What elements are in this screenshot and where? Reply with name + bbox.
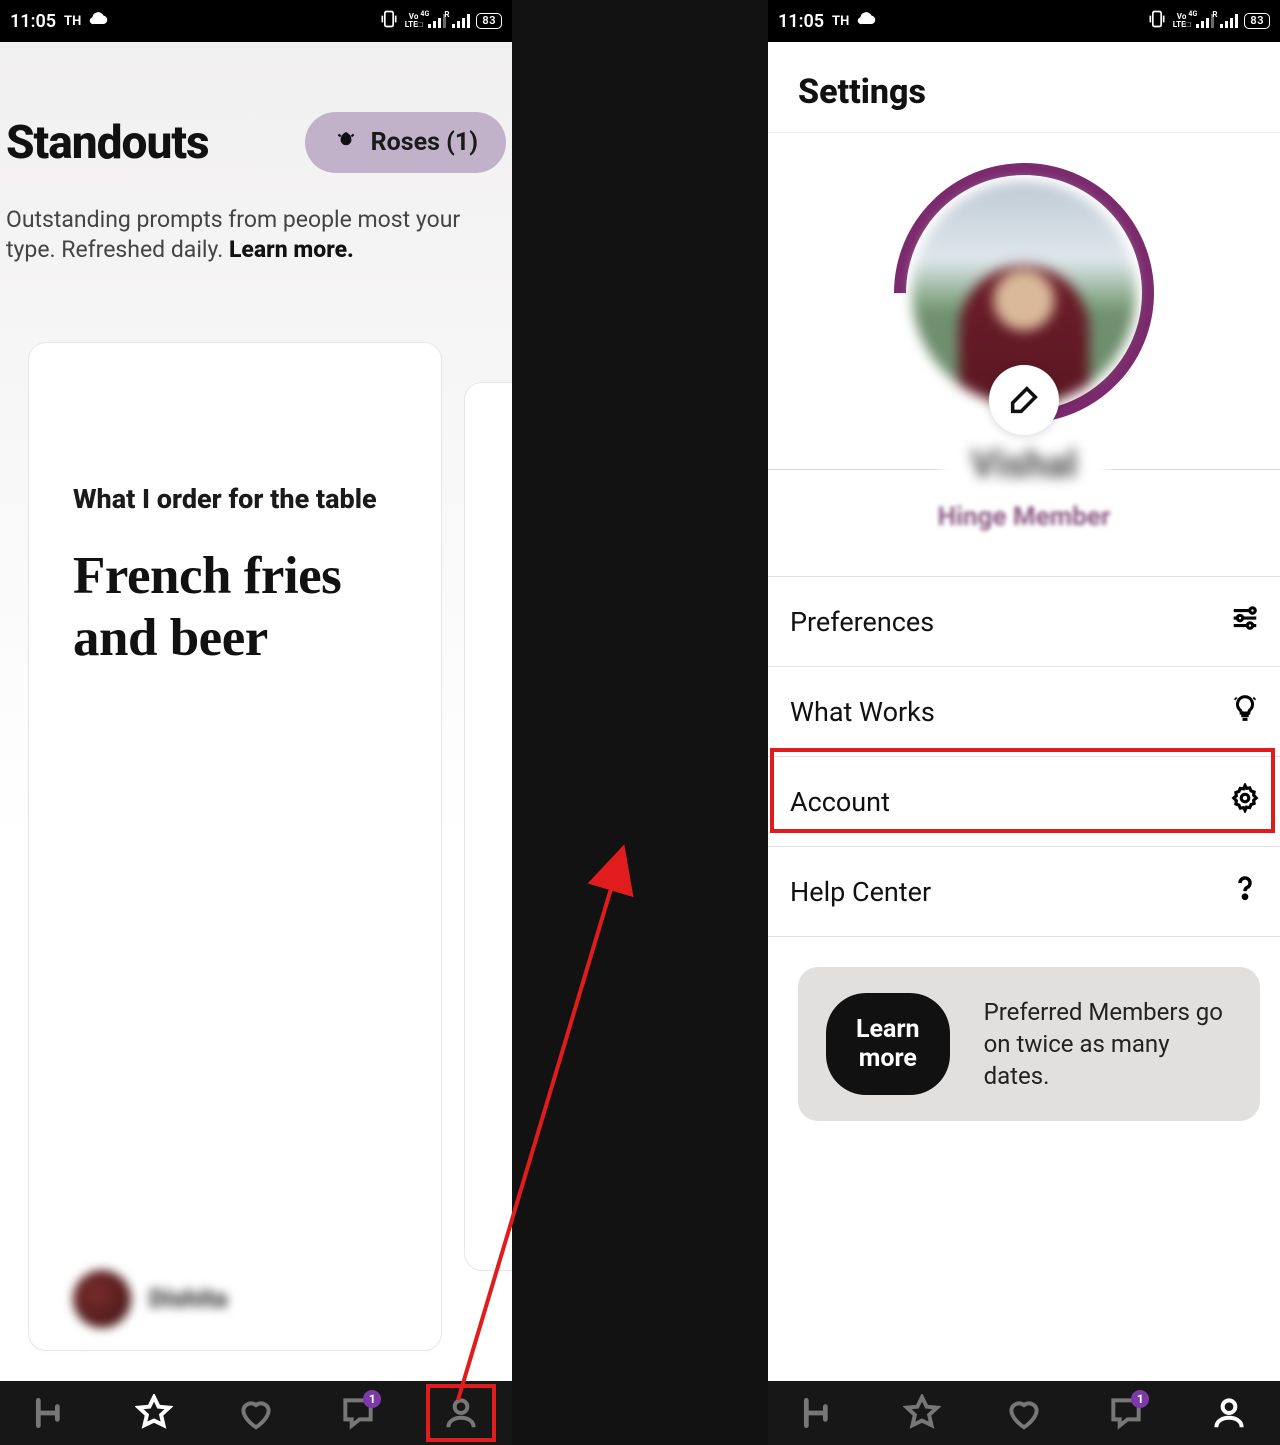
nav-discover[interactable] <box>794 1388 844 1438</box>
promo-text: Preferred Members go on twice as many da… <box>984 996 1232 1092</box>
preferred-members-card: Learn more Preferred Members go on twice… <box>798 967 1260 1121</box>
menu-what-works[interactable]: What Works <box>768 666 1280 756</box>
status-bar: 11:05 TH VoLTE□ 4G R 83 <box>768 0 1280 42</box>
battery-indicator: 83 <box>476 13 502 29</box>
battery-indicator: 83 <box>1244 13 1270 29</box>
learn-more-link[interactable]: Learn more. <box>229 236 354 263</box>
roses-button[interactable]: Roses (1) <box>305 112 506 173</box>
vibrate-icon <box>1147 9 1167 34</box>
roses-label: Roses (1) <box>371 128 478 157</box>
sliders-icon <box>1230 603 1260 640</box>
prompt-answer: French fries and beer <box>73 545 397 669</box>
standouts-screen: 11:05 TH VoLTE□ 4G R 83 Standouts <box>0 0 512 1445</box>
menu-account[interactable]: Account <box>768 756 1280 846</box>
signal-2: R <box>1220 14 1238 28</box>
page-title: Standouts <box>6 116 209 170</box>
nav-profile[interactable] <box>1204 1388 1254 1438</box>
status-bar: 11:05 TH VoLTE□ 4G R 83 <box>0 0 512 42</box>
clock: 11:05 <box>778 11 824 32</box>
membership-badge: Hinge Member <box>768 502 1280 532</box>
messages-badge: 1 <box>363 1390 381 1408</box>
messages-badge: 1 <box>1131 1390 1149 1408</box>
nav-standouts[interactable] <box>129 1388 179 1438</box>
prompt-question: What I order for the table <box>73 483 397 515</box>
menu-help-center[interactable]: Help Center <box>768 846 1280 937</box>
nav-discover[interactable] <box>26 1388 76 1438</box>
nav-likes[interactable] <box>231 1388 281 1438</box>
cloud-icon <box>857 9 877 34</box>
clock: 11:05 <box>10 11 56 32</box>
nav-standouts[interactable] <box>897 1388 947 1438</box>
menu-label: Preferences <box>790 606 934 638</box>
nav-profile[interactable] <box>436 1388 486 1438</box>
bottom-nav: 1 <box>768 1381 1280 1445</box>
gear-icon <box>1230 783 1260 820</box>
nav-messages[interactable]: 1 <box>1101 1388 1151 1438</box>
menu-label: What Works <box>790 696 935 728</box>
learn-more-button[interactable]: Learn more <box>826 993 950 1095</box>
nav-messages[interactable]: 1 <box>333 1388 383 1438</box>
carrier: TH <box>64 14 81 29</box>
settings-menu: Preferences What Works Account Help Cent… <box>768 576 1280 937</box>
menu-preferences[interactable]: Preferences <box>768 576 1280 666</box>
settings-screen: 11:05 TH VoLTE□ 4G R 83 Settings <box>768 0 1280 1445</box>
next-card-peek[interactable] <box>464 382 512 1271</box>
card-user-avatar <box>73 1270 131 1328</box>
menu-label: Account <box>790 786 890 818</box>
edit-profile-button[interactable] <box>989 365 1059 435</box>
standouts-subtitle: Outstanding prompts from people most you… <box>0 205 512 305</box>
signal-2: R <box>452 14 470 28</box>
question-icon <box>1230 873 1260 910</box>
carrier: TH <box>832 14 849 29</box>
menu-label: Help Center <box>790 876 931 908</box>
lightbulb-icon <box>1230 693 1260 730</box>
cloud-icon <box>89 9 109 34</box>
prompt-card[interactable]: What I order for the table French fries … <box>28 342 442 1351</box>
page-title: Settings <box>768 42 1280 133</box>
vibrate-icon <box>379 9 399 34</box>
card-user-name: Dishita <box>149 1285 227 1314</box>
bottom-nav: 1 <box>0 1381 512 1445</box>
profile-name: Vishal <box>941 443 1108 487</box>
nav-likes[interactable] <box>999 1388 1049 1438</box>
profile-summary[interactable]: Vishal Hinge Member <box>768 133 1280 532</box>
